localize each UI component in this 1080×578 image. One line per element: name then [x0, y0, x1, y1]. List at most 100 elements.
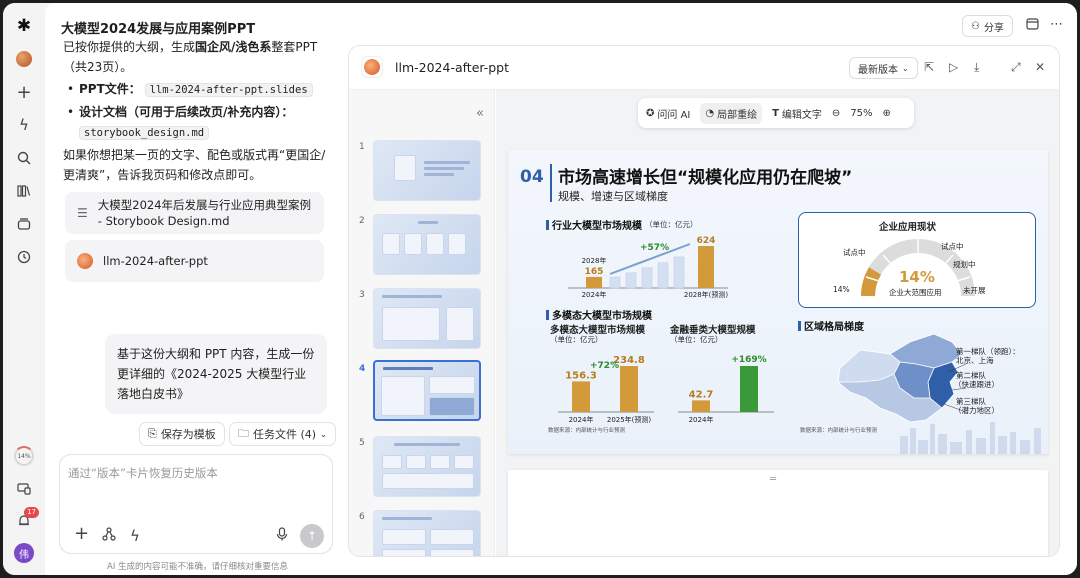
notification-bell-icon[interactable]: 17	[14, 507, 39, 531]
template-icon: ⎘	[148, 427, 157, 440]
recent-avatar-icon[interactable]	[14, 49, 34, 69]
slide-thumbnail-3[interactable]	[373, 288, 481, 349]
user-message: 基于这份大纲和 PPT 内容，生成一份更详细的《2024-2025 大模型行业落…	[105, 334, 327, 414]
ask-ai-button[interactable]: ✪ 问问 AI	[646, 106, 690, 121]
share-users-icon: ⚇	[971, 20, 980, 32]
chart2-category-label: 2025年(预测)	[607, 415, 652, 424]
expand-icon[interactable]: ⤢	[1011, 60, 1021, 75]
redraw-icon: ◔	[705, 107, 715, 119]
gauge-caption: 企业大范围应用	[889, 288, 942, 297]
play-icon[interactable]: ▷	[949, 60, 958, 74]
download-icon[interactable]: ⤓	[974, 60, 979, 75]
chart1-trend-bar	[641, 267, 653, 289]
app-logo-icon[interactable]: ✱	[14, 16, 34, 36]
ai-icon: ✪	[646, 107, 655, 119]
flash-icon[interactable]: ϟ	[14, 115, 34, 135]
edit-text-button[interactable]: T 编辑文字	[772, 106, 822, 121]
slide-toolbar: ✪ 问问 AI ◔ 局部重绘 T 编辑文字 ⊖ 75% ⊕	[638, 98, 914, 128]
add-attachment-icon[interactable]: +	[74, 523, 89, 544]
assistant-message: 已按你提供的大纲，生成国企风/浅色系整套PPT （共23页）。 PPT文件： l…	[63, 39, 331, 185]
chart2-bar	[620, 366, 638, 412]
slide-thumbnail-4-active[interactable]	[373, 360, 481, 421]
arrow-up-icon: ↑	[306, 529, 318, 543]
preview-panel: llm-2024-after-ppt 最新版本 ⌄ ⇱ ▷ ⤓ ⤢ ✕ « 1	[348, 45, 1060, 557]
slide-thumbnail-1[interactable]	[373, 140, 481, 201]
next-slide-preview[interactable]: ═	[508, 470, 1048, 556]
calendar-icon[interactable]	[1026, 17, 1039, 34]
save-template-button[interactable]: ⎘ 保存为模板	[139, 422, 225, 446]
microphone-icon[interactable]	[276, 527, 288, 545]
chevron-down-icon: ⌄	[902, 63, 909, 73]
chart1-growth-label: +57%	[640, 243, 669, 253]
devices-icon[interactable]	[14, 479, 34, 499]
chart3-growth-label: +169%	[731, 355, 766, 365]
title-divider	[550, 164, 552, 202]
share-out-icon[interactable]: ⇱	[924, 60, 934, 74]
close-icon[interactable]: ✕	[1035, 60, 1045, 74]
flash-mode-icon[interactable]: ϟ	[130, 527, 140, 545]
enterprise-status-card: 企业应用现状 试点中 试点中 规划中 未开展 14% 14% 企业大范围应用	[798, 212, 1036, 308]
chart1-category-label: 2028年(预测)	[684, 290, 729, 299]
preview-header: llm-2024-after-ppt 最新版本 ⌄ ⇱ ▷ ⤓ ⤢ ✕	[349, 46, 1059, 90]
slide-number: 04	[520, 167, 544, 187]
gauge-value: 14%	[899, 268, 935, 286]
search-icon[interactable]	[14, 148, 34, 168]
history-icon[interactable]	[14, 247, 34, 267]
zoom-level: 75%	[850, 107, 873, 119]
chart2-growth-label: +72%	[590, 361, 619, 371]
disclaimer-text: AI 生成的内容可能不准确，请仔细核对重要信息	[107, 562, 289, 572]
slide-title: 市场高速增长但“规模化应用仍在爬坡”	[558, 168, 853, 188]
finance-bar-chart: 2024年 42.7 +169%	[678, 355, 774, 424]
chart1-value-label: 624	[697, 236, 716, 246]
slide-canvas[interactable]: 04 市场高速增长但“规模化应用仍在爬坡” 规模、增速与区域梯度 行业大模型市场…	[508, 150, 1048, 454]
chart1-category-label: 2024年	[582, 290, 607, 299]
chart2-category-label: 2024年	[569, 415, 594, 424]
collapse-sidebar-icon[interactable]: «	[476, 106, 484, 121]
chat-input-placeholder: 通过“版本”卡片恢复历史版本	[68, 466, 218, 480]
version-dropdown[interactable]: 最新版本 ⌄	[849, 57, 918, 79]
chart1-trend-bar	[609, 276, 621, 289]
workflow-icon[interactable]	[102, 527, 116, 545]
chart3-category-label: 2024年	[689, 415, 714, 424]
drag-handle-icon[interactable]: ═	[770, 474, 776, 485]
share-button[interactable]: ⚇ 分享	[962, 15, 1013, 37]
user-avatar[interactable]: 伟	[14, 543, 34, 563]
zoom-in-icon[interactable]: ⊕	[883, 108, 891, 119]
file-card-ppt[interactable]: llm-2024-after-ppt	[65, 240, 324, 282]
slide-thumbnail-2[interactable]	[373, 214, 481, 275]
slide-thumbnail-6[interactable]	[373, 510, 481, 556]
folder-icon: 🗀	[238, 426, 249, 440]
send-button[interactable]: ↑	[300, 524, 324, 548]
design-file-code: storybook_design.md	[79, 126, 210, 140]
ppt-file-code: llm-2024-after-ppt.slides	[144, 83, 313, 97]
task-files-button[interactable]: 🗀 任务文件 (4) ⌄	[229, 422, 336, 446]
library-icon[interactable]	[14, 181, 34, 201]
zoom-out-icon[interactable]: ⊖	[832, 108, 840, 119]
ppt-icon	[361, 56, 383, 78]
chat-input-box[interactable]: 通过“版本”卡片恢复历史版本 + ϟ ↑	[59, 454, 333, 554]
chat-column: 已按你提供的大纲，生成国企风/浅色系整套PPT （共23页）。 PPT文件： l…	[45, 39, 345, 575]
chart2-value-label: 156.3	[565, 370, 597, 381]
new-chat-icon[interactable]: +	[14, 82, 34, 103]
main-area: 大模型2024发展与应用案例PPT ⚇ 分享 ⋯ 已按你提供的大纲，生成国企风/…	[45, 3, 1077, 575]
usage-progress-icon[interactable]: 14%	[14, 446, 34, 466]
file-card-design-md[interactable]: ☰ 大模型2024年后发展与行业应用典型案例 - Storybook Desig…	[65, 192, 324, 234]
chart3-bar	[740, 366, 758, 412]
chart1-annotation-year: 2028年	[582, 256, 607, 265]
redraw-button[interactable]: ◔ 局部重绘	[700, 102, 763, 124]
section-multimodal-title: 多模态大模型市场规模	[546, 307, 652, 322]
slide-thumbnail-5[interactable]	[373, 436, 481, 497]
page-title: 大模型2024发展与应用案例PPT	[61, 22, 256, 37]
stack-icon[interactable]	[14, 214, 34, 234]
document-icon: ☰	[77, 206, 88, 220]
chart1-bar	[586, 276, 602, 288]
slide-thumbnails: « 1 2 3 4 5 6	[349, 90, 495, 556]
chevron-down-icon: ⌄	[320, 429, 327, 439]
chart2-bar	[572, 381, 590, 412]
preview-title: llm-2024-after-ppt	[395, 60, 510, 75]
chart3-value-label: 42.7	[689, 389, 714, 400]
chart1-value-label: 165	[585, 267, 604, 277]
multimodal-bar-chart: 2024年 2025年(预测)156.3234.8+72%	[558, 355, 654, 424]
more-options-icon[interactable]: ⋯	[1050, 17, 1063, 32]
chart1-bar	[698, 246, 714, 288]
